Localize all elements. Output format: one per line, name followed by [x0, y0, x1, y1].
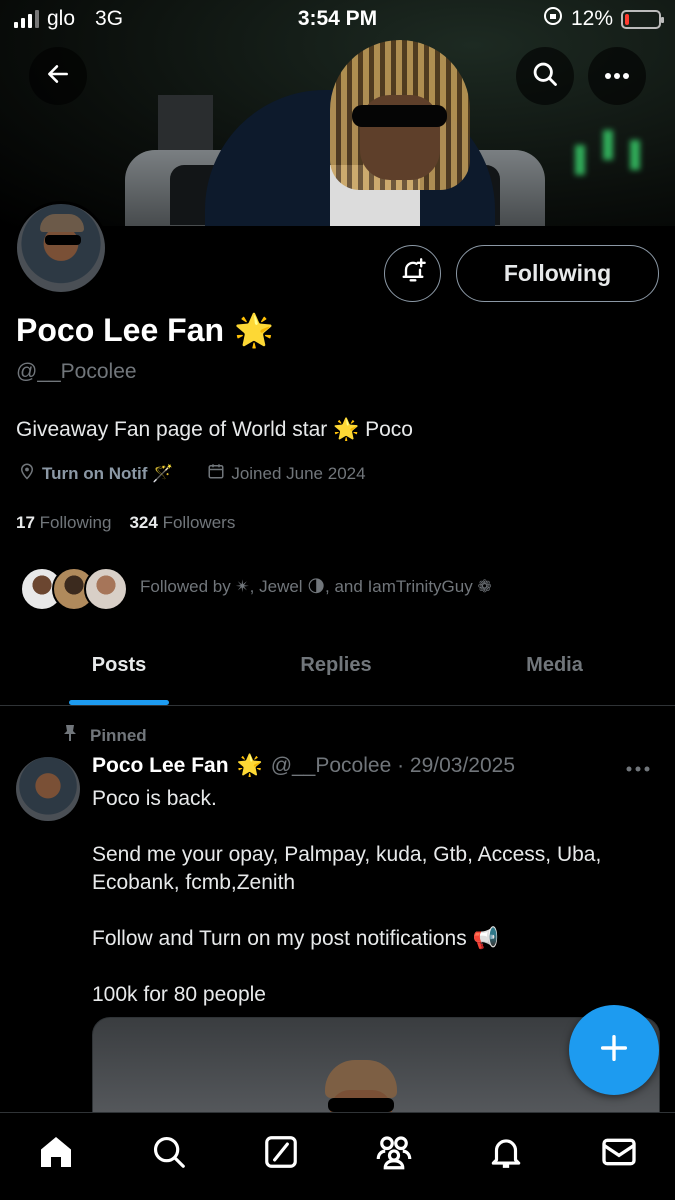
back-button[interactable]: [29, 47, 87, 105]
profile-tabs: Posts Replies Media: [0, 630, 675, 706]
followed-by-avatars[interactable]: [20, 567, 130, 613]
follow-counts: 17 Following 324 Followers: [16, 513, 235, 533]
joined-date: Joined June 2024: [231, 463, 366, 483]
more-icon: [626, 766, 650, 772]
following-count-link[interactable]: 17 Following: [16, 513, 111, 533]
star-badge-icon: 🌟: [234, 312, 274, 348]
carrier-label: glo: [47, 7, 76, 30]
pinned-indicator: Pinned: [62, 724, 147, 747]
messages-icon: [602, 1138, 636, 1165]
battery-icon: [621, 9, 664, 29]
more-button[interactable]: [588, 47, 646, 105]
profile-location: Turn on Notif 🪄: [42, 463, 174, 483]
profile-avatar[interactable]: [14, 201, 108, 295]
post-author-avatar[interactable]: [16, 757, 80, 821]
arrow-left-icon: [45, 61, 71, 92]
plus-icon: [597, 1031, 631, 1070]
nav-search[interactable]: [139, 1122, 199, 1182]
grok-icon: [265, 1135, 298, 1168]
battery-level: [625, 13, 629, 25]
calendar-icon: [207, 462, 225, 485]
follower-avatar: [84, 567, 128, 611]
bell-plus-icon: [399, 257, 427, 290]
following-label: Following: [39, 513, 112, 532]
post-author-name[interactable]: Poco Lee Fan: [92, 754, 229, 778]
profile-bio: Giveaway Fan page of World star 🌟 Poco: [16, 418, 413, 441]
pin-icon: [62, 724, 78, 747]
pinned-label: Pinned: [90, 725, 147, 745]
status-bar-right: 12%: [431, 6, 664, 32]
home-icon: [41, 1136, 72, 1167]
search-icon: [153, 1136, 185, 1168]
search-button[interactable]: [516, 47, 574, 105]
tab-media[interactable]: Media: [434, 630, 675, 705]
profile-handle: @__Pocolee: [16, 360, 137, 383]
battery-percent: 12%: [570, 7, 613, 30]
clock: 3:54 PM: [297, 7, 378, 30]
search-icon: [531, 60, 559, 93]
nav-grok[interactable]: [251, 1122, 311, 1182]
nav-communities[interactable]: [364, 1122, 424, 1182]
status-bar-left: glo 3G: [14, 7, 244, 31]
nav-home[interactable]: [26, 1122, 86, 1182]
communities-icon: [376, 1135, 412, 1169]
profile-meta: Turn on Notif 🪄 Joined June 2024: [18, 462, 366, 485]
following-button[interactable]: Following: [456, 245, 659, 302]
display-name: Poco Lee Fan: [16, 311, 225, 348]
tab-posts[interactable]: Posts: [0, 630, 238, 705]
nav-messages[interactable]: [589, 1122, 649, 1182]
more-icon: [604, 67, 630, 85]
following-count: 17: [16, 513, 35, 532]
notifications-icon: [492, 1138, 521, 1168]
followed-by-text[interactable]: Followed by ✴︎, Jewel 🌗, and IamTrinityG…: [140, 577, 492, 597]
profile-name: Poco Lee Fan 🌟: [16, 311, 274, 349]
compose-button[interactable]: [569, 1005, 659, 1095]
notifications-toggle-button[interactable]: [384, 245, 441, 302]
signal-icon: [14, 10, 39, 28]
post-star-badge-icon: 🌟: [236, 754, 263, 777]
nav-notifications[interactable]: [476, 1122, 536, 1182]
post-body: Poco is back. Send me your opay, Palmpay…: [92, 787, 602, 1006]
post-more-button[interactable]: [625, 756, 651, 779]
followers-label: Followers: [162, 513, 236, 532]
status-bar: glo 3G 3:54 PM 12%: [0, 0, 675, 38]
orientation-lock-icon: [543, 6, 563, 32]
followers-count-link[interactable]: 324 Followers: [129, 513, 235, 533]
followers-count: 324: [129, 513, 158, 532]
tab-replies[interactable]: Replies: [238, 630, 434, 705]
network-label: 3G: [95, 7, 124, 30]
bottom-nav: [0, 1112, 675, 1200]
post-handle-date: @__Pocolee · 29/03/2025: [270, 754, 516, 777]
post-header: Poco Lee Fan 🌟 @__Pocolee · 29/03/2025: [92, 754, 515, 778]
location-pin-icon: [18, 462, 36, 485]
